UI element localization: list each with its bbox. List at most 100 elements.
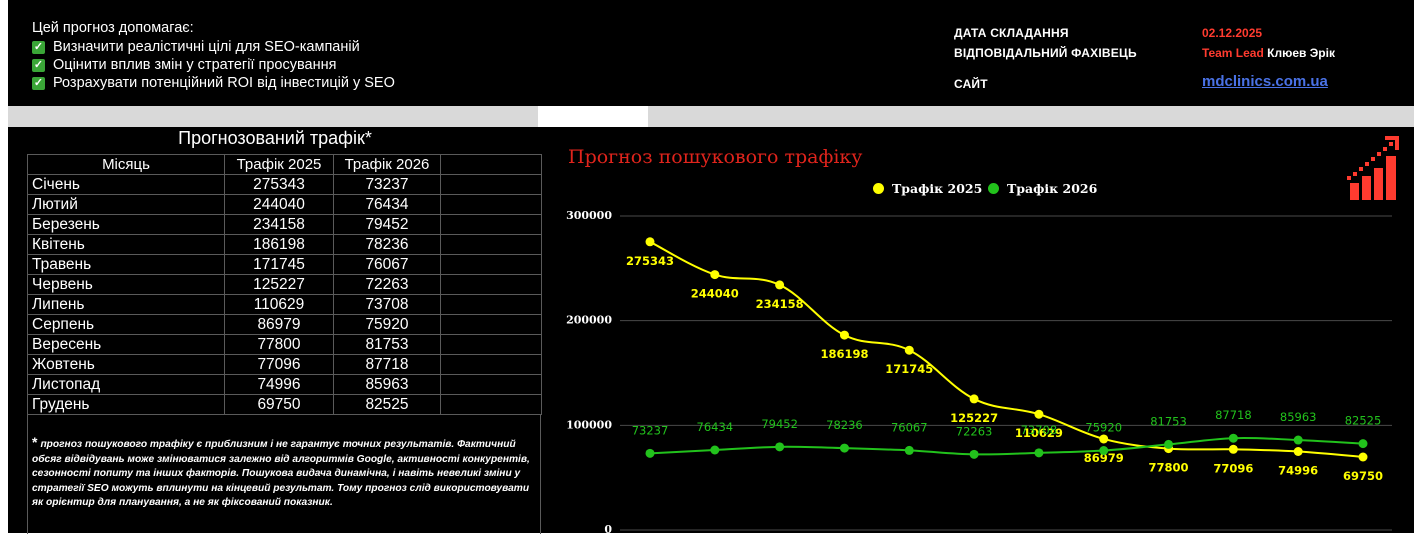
data-label-2025: 186198 bbox=[820, 347, 868, 361]
specialist-value: Team Lead Клюев Эрік bbox=[1202, 46, 1335, 60]
disclaimer-note: * прогноз пошукового трафіку є приблизним… bbox=[32, 435, 537, 511]
green-check-icon: ✓ bbox=[32, 76, 45, 90]
table-row: Січень 275343 73237 bbox=[27, 174, 542, 195]
traffic-line-chart: 0 100000 200000 300000 275343 244040 234158 186… bbox=[566, 209, 1392, 533]
data-label-2026: 75920 bbox=[1085, 421, 1122, 435]
series-line-2026 bbox=[649, 436, 1364, 456]
table-row: Червень 125227 72263 bbox=[27, 274, 542, 295]
data-point-2026 bbox=[904, 445, 914, 455]
date-label: ДАТА СКЛАДАННЯ bbox=[954, 26, 1069, 40]
intro-item-text: Розрахувати потенційний ROI від інвестиц… bbox=[53, 75, 395, 91]
empty-cell bbox=[440, 254, 542, 275]
data-point-2026 bbox=[775, 442, 785, 452]
table-row: Листопад 74996 85963 bbox=[27, 374, 542, 395]
chart-title: Прогноз пошукового трафіку bbox=[568, 146, 863, 168]
data-label-2025: 171745 bbox=[885, 362, 933, 376]
specialist-name: Клюев Эрік bbox=[1267, 46, 1335, 60]
series-line-2025 bbox=[649, 240, 1364, 458]
data-point-2025 bbox=[1034, 409, 1044, 419]
month-cell: Жовтень bbox=[27, 354, 225, 375]
data-label-2025: 69750 bbox=[1343, 469, 1383, 483]
green-check-icon: ✓ bbox=[32, 58, 45, 72]
intro-item: ✓ Розрахувати потенційний ROI від інвест… bbox=[32, 74, 395, 92]
traffic-2025-cell: 77096 bbox=[224, 354, 334, 375]
data-point-2026 bbox=[969, 449, 979, 459]
traffic-2026-cell: 75920 bbox=[333, 314, 441, 335]
table-header-row: Місяць Трафік 2025 Трафік 2026 bbox=[27, 154, 542, 175]
data-label-2026: 85963 bbox=[1280, 410, 1317, 424]
traffic-2025-cell: 186198 bbox=[224, 234, 334, 255]
data-label-2025: 244040 bbox=[691, 287, 739, 301]
intro-item-text: Визначити реалістичні цілі для SEO-кампа… bbox=[53, 39, 360, 55]
traffic-2025-cell: 171745 bbox=[224, 254, 334, 275]
data-point-2025 bbox=[1099, 434, 1109, 444]
table-row: Травень 171745 76067 bbox=[27, 254, 542, 275]
empty-cell bbox=[440, 394, 542, 415]
y-tick-label: 100000 bbox=[566, 418, 612, 431]
traffic-2026-cell: 78236 bbox=[333, 234, 441, 255]
data-point-2025 bbox=[969, 394, 979, 404]
legend-label-2026: Трафік 2026 bbox=[1007, 181, 1098, 196]
traffic-2025-cell: 74996 bbox=[224, 374, 334, 395]
data-label-2025: 234158 bbox=[756, 297, 804, 311]
data-label-2025: 74996 bbox=[1278, 464, 1318, 478]
data-label-2026: 73708 bbox=[1021, 423, 1058, 437]
traffic-2025-cell: 77800 bbox=[224, 334, 334, 355]
empty-cell bbox=[440, 234, 542, 255]
empty-cell bbox=[440, 374, 542, 395]
month-cell: Липень bbox=[27, 294, 225, 315]
data-point-2025 bbox=[904, 345, 914, 355]
month-cell: Листопад bbox=[27, 374, 225, 395]
month-cell: Серпень bbox=[27, 314, 225, 335]
date-value: 02.12.2025 bbox=[1202, 26, 1263, 40]
empty-cell bbox=[440, 174, 542, 195]
green-check-icon: ✓ bbox=[32, 40, 45, 54]
month-cell: Вересень bbox=[27, 334, 225, 355]
legend-marker-2026 bbox=[988, 183, 999, 194]
empty-cell bbox=[440, 194, 542, 215]
site-link[interactable]: mdclinics.com.ua bbox=[1202, 73, 1328, 90]
separator-bar bbox=[8, 106, 1414, 127]
traffic-2025-cell: 234158 bbox=[224, 214, 334, 235]
empty-cell bbox=[440, 294, 542, 315]
traffic-2026-cell: 81753 bbox=[333, 334, 441, 355]
intro-block: Цей прогноз допомагає: ✓ Визначити реалі… bbox=[32, 19, 395, 92]
table-row: Жовтень 77096 87718 bbox=[27, 354, 542, 375]
table-row: Липень 110629 73708 bbox=[27, 294, 542, 315]
legend-item-2025: Трафік 2025 bbox=[873, 181, 982, 196]
legend-marker-2025 bbox=[873, 183, 884, 194]
y-tick-label: 200000 bbox=[566, 314, 612, 327]
data-point-2026 bbox=[1034, 448, 1044, 458]
traffic-2026-cell: 73708 bbox=[333, 294, 441, 315]
note-asterisk: * bbox=[32, 434, 38, 450]
data-point-2026 bbox=[1293, 435, 1303, 445]
legend-item-2026: Трафік 2026 bbox=[988, 181, 1097, 196]
traffic-2026-cell: 72263 bbox=[333, 274, 441, 295]
data-point-2026 bbox=[1164, 439, 1174, 449]
traffic-2025-cell: 275343 bbox=[224, 174, 334, 195]
month-cell: Лютий bbox=[27, 194, 225, 215]
specialist-role: Team Lead bbox=[1202, 46, 1264, 60]
y-tick-label: 0 bbox=[604, 523, 612, 533]
month-cell: Травень bbox=[27, 254, 225, 275]
data-point-2026 bbox=[710, 445, 720, 455]
table-body: Січень 275343 73237 Лютий 244040 76434 Березен… bbox=[27, 174, 542, 415]
table-row: Лютий 244040 76434 bbox=[27, 194, 542, 215]
empty-cell bbox=[440, 354, 542, 375]
traffic-table: Місяць Трафік 2025 Трафік 2026 Січень 275… bbox=[27, 154, 542, 415]
y-tick-label: 300000 bbox=[566, 209, 612, 222]
sheet-row-gutter bbox=[0, 0, 8, 533]
data-point-2026 bbox=[1228, 433, 1238, 443]
note-text: прогноз пошукового трафіку є приблизним … bbox=[32, 439, 530, 508]
empty-cell bbox=[440, 274, 542, 295]
traffic-2025-cell: 86979 bbox=[224, 314, 334, 335]
legend-label-2025: Трафік 2025 bbox=[892, 181, 983, 196]
traffic-2025-cell: 125227 bbox=[224, 274, 334, 295]
column-header-2025: Трафік 2025 bbox=[224, 154, 334, 175]
intro-item: ✓ Визначити реалістичні цілі для SEO-кам… bbox=[32, 38, 395, 56]
separator-gap bbox=[538, 106, 648, 127]
data-label-2026: 78236 bbox=[826, 418, 863, 432]
table-row: Серпень 86979 75920 bbox=[27, 314, 542, 335]
data-label-2026: 76067 bbox=[891, 420, 928, 434]
data-point-2026 bbox=[839, 443, 849, 453]
